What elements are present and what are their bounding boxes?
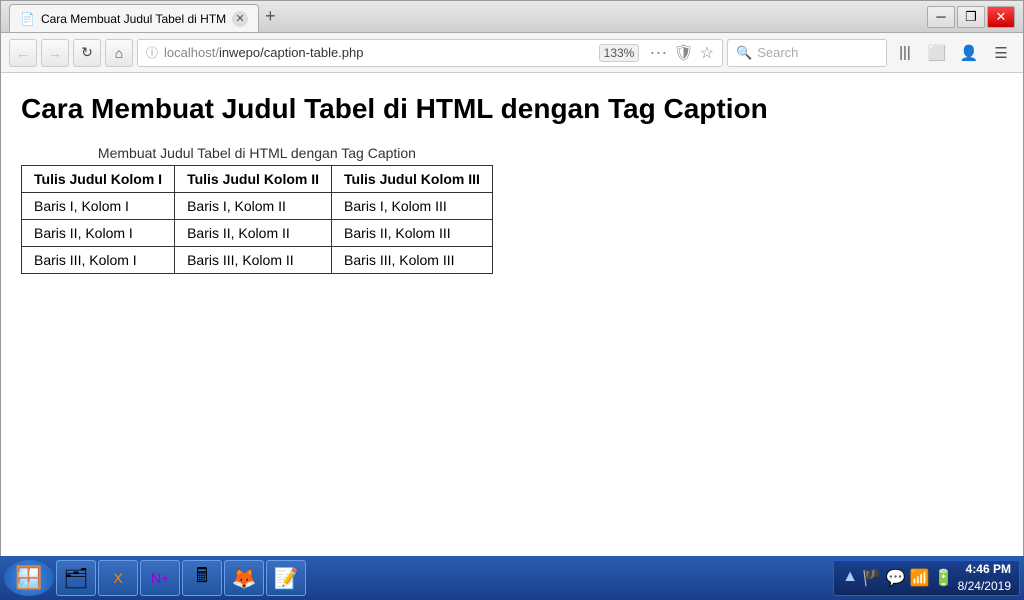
title-bar: 📄 Cara Membuat Judul Tabel di HTM ✕ + ─ … — [1, 1, 1023, 33]
cell-3-3: Baris III, Kolom III — [332, 247, 493, 274]
table-caption: Membuat Judul Tabel di HTML dengan Tag C… — [21, 145, 493, 161]
cell-1-2: Baris I, Kolom II — [175, 193, 332, 220]
tray-flag-icon: 🏴 — [862, 568, 882, 588]
synced-tabs-icon[interactable]: ⬜ — [923, 39, 951, 67]
start-button[interactable]: 🪟 — [4, 560, 54, 596]
cell-2-2: Baris II, Kolom II — [175, 220, 332, 247]
tray-icons: ▲ 🏴 💬 📶 🔋 — [842, 568, 954, 588]
bookmark-shield-icon: 🛡 — [673, 43, 693, 63]
address-bar[interactable]: ⓘ localhost/inwepo/caption-table.php 133… — [137, 39, 723, 67]
profile-icon[interactable]: 👤 — [955, 39, 983, 67]
taskbar-app-calc[interactable]: 🖩 — [182, 560, 222, 596]
forward-button[interactable]: → — [41, 39, 69, 67]
back-button[interactable]: ← — [9, 39, 37, 67]
table-row: Baris II, Kolom I Baris II, Kolom II Bar… — [22, 220, 493, 247]
taskbar-app-notepadplus[interactable]: N+ — [140, 560, 180, 596]
taskbar: 🪟 🗂 X N+ 🖩 🦊 📝 ▲ 🏴 💬 📶 🔋 4:46 PM 8/24/20… — [0, 556, 1024, 600]
more-options-icon[interactable]: ··· — [649, 42, 667, 63]
tab-title: Cara Membuat Judul Tabel di HTM — [41, 12, 226, 26]
search-bar[interactable]: 🔍 Search — [727, 39, 887, 67]
tray-up-arrow[interactable]: ▲ — [842, 568, 858, 588]
cell-1-1: Baris I, Kolom I — [22, 193, 175, 220]
col-header-2: Tulis Judul Kolom II — [175, 166, 332, 193]
minimize-button[interactable]: ─ — [927, 6, 955, 28]
menu-icon[interactable]: ☰ — [987, 39, 1015, 67]
maximize-button[interactable]: ❐ — [957, 6, 985, 28]
new-tab-button[interactable]: + — [259, 6, 282, 27]
taskbar-app-xampp[interactable]: X — [98, 560, 138, 596]
table-row: Baris III, Kolom I Baris III, Kolom II B… — [22, 247, 493, 274]
table-wrapper: Membuat Judul Tabel di HTML dengan Tag C… — [21, 145, 493, 274]
address-text: localhost/inwepo/caption-table.php — [164, 45, 363, 60]
home-button[interactable]: ⌂ — [105, 39, 133, 67]
search-icon: 🔍 — [736, 45, 752, 61]
bookmark-star-icon[interactable]: ☆ — [700, 43, 714, 63]
taskbar-app-word[interactable]: 📝 — [266, 560, 306, 596]
window-controls: ─ ❐ ✕ — [927, 6, 1015, 28]
clock-time: 4:46 PM — [958, 561, 1011, 578]
browser-window: 📄 Cara Membuat Judul Tabel di HTM ✕ + ─ … — [0, 0, 1024, 560]
close-button[interactable]: ✕ — [987, 6, 1015, 28]
cell-3-2: Baris III, Kolom II — [175, 247, 332, 274]
tray-battery-icon: 🔋 — [934, 568, 954, 588]
address-host: localhost/ — [164, 45, 219, 60]
tab-bar: 📄 Cara Membuat Judul Tabel di HTM ✕ + — [9, 1, 282, 32]
page-heading: Cara Membuat Judul Tabel di HTML dengan … — [21, 93, 1003, 125]
active-tab[interactable]: 📄 Cara Membuat Judul Tabel di HTM ✕ — [9, 4, 259, 32]
tab-favicon: 📄 — [20, 12, 35, 26]
reload-button[interactable]: ↻ — [73, 39, 101, 67]
col-header-1: Tulis Judul Kolom I — [22, 166, 175, 193]
tray-message-icon: 💬 — [886, 568, 906, 588]
cell-3-1: Baris III, Kolom I — [22, 247, 175, 274]
taskbar-app-firefox[interactable]: 🦊 — [224, 560, 264, 596]
cell-1-3: Baris I, Kolom III — [332, 193, 493, 220]
tab-close-button[interactable]: ✕ — [232, 11, 248, 27]
cell-2-1: Baris II, Kolom I — [22, 220, 175, 247]
address-path: inwepo/caption-table.php — [219, 45, 364, 60]
nav-bar: ← → ↻ ⌂ ⓘ localhost/inwepo/caption-table… — [1, 33, 1023, 73]
taskbar-app-explorer[interactable]: 🗂 — [56, 560, 96, 596]
page-content: Cara Membuat Judul Tabel di HTML dengan … — [1, 73, 1023, 559]
security-icon: ⓘ — [146, 44, 158, 61]
table-header-row: Tulis Judul Kolom I Tulis Judul Kolom II… — [22, 166, 493, 193]
taskbar-tray: ▲ 🏴 💬 📶 🔋 4:46 PM 8/24/2019 — [833, 560, 1020, 596]
col-header-3: Tulis Judul Kolom III — [332, 166, 493, 193]
table-row: Baris I, Kolom I Baris I, Kolom II Baris… — [22, 193, 493, 220]
tray-network-icon: 📶 — [910, 568, 930, 588]
cell-2-3: Baris II, Kolom III — [332, 220, 493, 247]
zoom-level: 133% — [599, 44, 640, 62]
search-placeholder: Search — [757, 45, 798, 60]
demo-table: Membuat Judul Tabel di HTML dengan Tag C… — [21, 145, 493, 274]
reading-list-icon[interactable]: ||| — [891, 39, 919, 67]
tray-clock: 4:46 PM 8/24/2019 — [958, 561, 1011, 595]
clock-date: 8/24/2019 — [958, 578, 1011, 595]
